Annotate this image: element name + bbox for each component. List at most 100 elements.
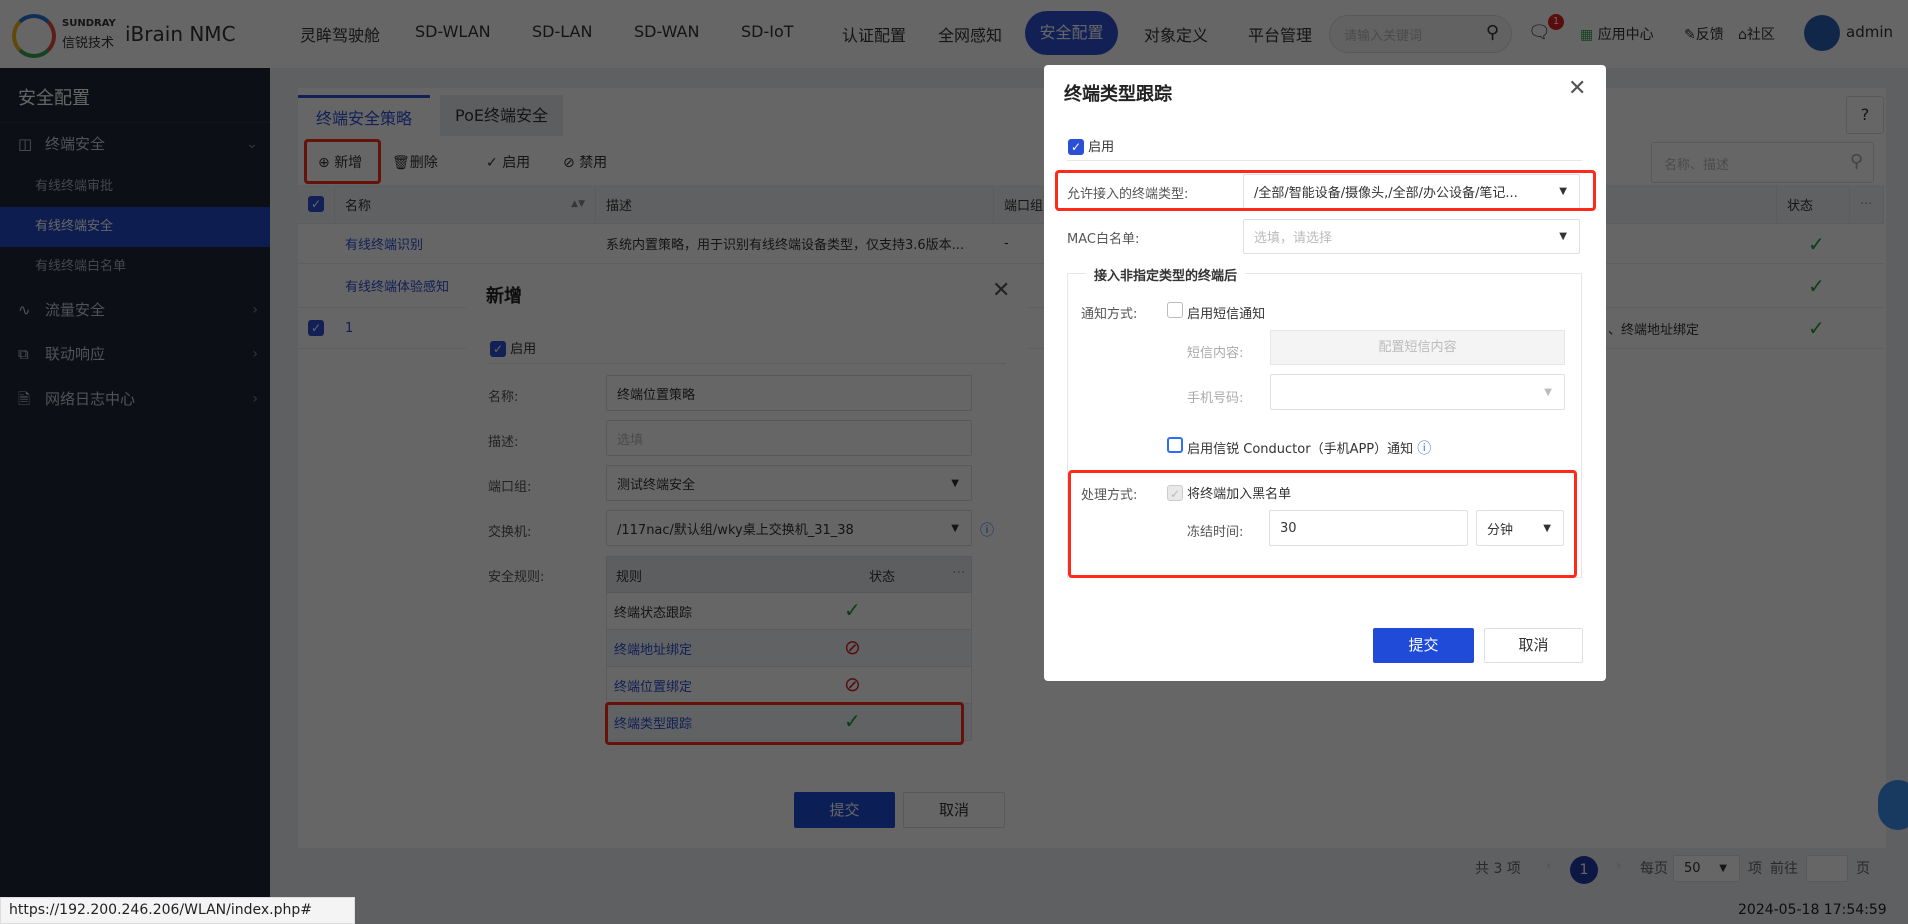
nav-sd-lan[interactable]: SD-LAN xyxy=(532,22,592,41)
goto-page-input[interactable] xyxy=(1806,855,1848,882)
help-button[interactable]: ? xyxy=(1846,96,1884,134)
delete-button[interactable]: 🗑删除 xyxy=(392,152,438,172)
sidebar-group-terminal-security[interactable]: ◫ 终端安全 ⌄ xyxy=(0,124,270,164)
sidebar-item-wired-security[interactable]: 有线终端安全 xyxy=(0,207,270,247)
link-icon: ⧉ xyxy=(18,345,29,363)
assistant-robot-icon[interactable] xyxy=(1878,780,1908,830)
row-checkbox[interactable]: ✓ xyxy=(298,308,335,348)
rule-row[interactable]: 终端地址绑定 ⊘ xyxy=(606,630,972,667)
community-label: 社区 xyxy=(1746,27,1775,43)
nav-objects[interactable]: 对象定义 xyxy=(1144,22,1208,46)
dialog-title: 新增 xyxy=(486,286,522,307)
sidebar-group-log-center[interactable]: 🗎 网络日志中心 › xyxy=(0,379,270,419)
rule-name[interactable]: 终端类型跟踪 xyxy=(614,713,692,732)
rule-row[interactable]: 终端位置绑定 ⊘ xyxy=(606,667,972,704)
rule-row[interactable]: 终端类型跟踪 ✓ xyxy=(606,704,972,741)
enable-button[interactable]: ✓ 启用 xyxy=(486,152,530,172)
close-icon[interactable]: ✕ xyxy=(1568,76,1586,101)
blacklist-checkbox[interactable]: ✓ 将终端加入黑名单 xyxy=(1167,483,1291,502)
freeze-time-input[interactable]: 30 xyxy=(1269,510,1468,546)
enable-checkbox[interactable]: ✓ 启用 xyxy=(1068,136,1114,155)
rule-name[interactable]: 终端位置绑定 xyxy=(614,676,692,695)
feedback-link[interactable]: ✎反馈 xyxy=(1684,24,1724,44)
sort-icon[interactable]: ▲▼ xyxy=(571,199,585,209)
feedback-label: 反馈 xyxy=(1695,27,1724,43)
cancel-button[interactable]: 取消 xyxy=(903,792,1005,828)
message-icon[interactable]: 🗨 xyxy=(1528,22,1551,43)
community-link[interactable]: ⌂社区 xyxy=(1738,24,1775,44)
app-center-link[interactable]: ▦ 应用中心 xyxy=(1580,24,1654,44)
row-checkbox[interactable] xyxy=(298,224,335,263)
table-search-input[interactable]: 名称、描述 ⚲ xyxy=(1651,142,1874,183)
info-icon[interactable]: ⓘ xyxy=(1417,441,1431,457)
next-page-icon[interactable]: › xyxy=(1616,858,1622,874)
cancel-button[interactable]: 取消 xyxy=(1484,628,1583,663)
submit-button[interactable]: 提交 xyxy=(1373,628,1474,663)
sms-checkbox[interactable]: 启用短信通知 xyxy=(1167,302,1265,322)
app-notify-checkbox[interactable]: 启用信锐 Conductor（手机APP）通知 ⓘ xyxy=(1167,437,1431,458)
desc-input[interactable]: 选填 xyxy=(606,420,972,456)
search-icon[interactable]: ⚲ xyxy=(1486,22,1499,43)
nav-sd-wan[interactable]: SD-WAN xyxy=(634,22,699,41)
nav-sd-wlan[interactable]: SD-WLAN xyxy=(415,22,491,41)
feedback-icon: ✎ xyxy=(1684,27,1696,43)
allowed-types-value: /全部/智能设备/摄像头,/全部/办公设备/笔记... xyxy=(1254,186,1518,201)
notify-label: 通知方式: xyxy=(1081,307,1138,322)
per-page-select[interactable]: 50 ▼ xyxy=(1673,855,1740,882)
goto-label: 前往 xyxy=(1770,861,1798,877)
phone-select[interactable]: ▼ xyxy=(1270,374,1565,410)
per-page-value: 50 xyxy=(1684,861,1701,876)
rule-name[interactable]: 终端地址绑定 xyxy=(614,639,692,658)
freeze-unit-select[interactable]: 分钟 ▼ xyxy=(1476,510,1564,546)
policy-name-link[interactable]: 有线终端识别 xyxy=(335,224,596,263)
global-search-input[interactable]: 请输入关键词 ⚲ xyxy=(1329,15,1512,53)
port-group-label: 端口组: xyxy=(488,480,532,495)
message-badge: 1 xyxy=(1548,14,1564,30)
column-menu-icon[interactable]: ··· xyxy=(952,565,965,581)
allowed-types-select[interactable]: /全部/智能设备/摄像头,/全部/办公设备/笔记... ▼ xyxy=(1243,174,1580,209)
nav-sd-iot[interactable]: SD-IoT xyxy=(741,22,794,41)
sidebar-item-wired-whitelist[interactable]: 有线终端白名单 xyxy=(0,247,270,287)
sms-content-button[interactable]: 配置短信内容 xyxy=(1270,330,1565,365)
nav-awareness[interactable]: 全网感知 xyxy=(938,22,1002,46)
sidebar-group-traffic-security[interactable]: ∿ 流量安全 › xyxy=(0,290,270,330)
nav-cockpit[interactable]: 灵眸驾驶舱 xyxy=(300,22,380,46)
rule-row[interactable]: 终端状态跟踪 ✓ xyxy=(606,593,972,630)
col-name[interactable]: 名称 ▲▼ xyxy=(335,185,596,223)
page-1-button[interactable]: 1 xyxy=(1570,856,1598,884)
pulse-icon: ∿ xyxy=(18,301,31,319)
nav-security[interactable]: 安全配置 xyxy=(1025,11,1118,55)
per-page-label: 每页 xyxy=(1640,861,1668,877)
prev-page-icon[interactable]: ‹ xyxy=(1546,858,1552,874)
enable-checkbox[interactable]: ✓ 启用 xyxy=(490,338,536,357)
name-label: 名称: xyxy=(488,390,519,405)
page-unit: 页 xyxy=(1856,861,1870,877)
dimmed-background-layer: SUNDRAY 信锐技术 iBrain NMC 灵眸驾驶舱 SD-WLAN SD… xyxy=(0,0,1908,924)
avatar[interactable] xyxy=(1804,15,1840,51)
name-value: 终端位置策略 xyxy=(617,387,696,403)
tab-terminal-policy[interactable]: 终端安全策略 xyxy=(298,95,430,136)
mac-whitelist-select[interactable]: 选填，请选择 ▼ xyxy=(1243,219,1580,254)
switch-select[interactable]: /117nac/默认组/wky桌上交换机_31_38 ▼ xyxy=(606,510,972,546)
disable-button[interactable]: ⊘ 禁用 xyxy=(563,152,607,172)
info-icon[interactable]: ⓘ xyxy=(980,520,994,540)
tab-poe-security[interactable]: PoE终端安全 xyxy=(440,95,563,136)
add-button[interactable]: ⊕ 新增 xyxy=(318,152,362,172)
row-checkbox[interactable] xyxy=(298,264,335,307)
sidebar-group-linkage[interactable]: ⧉ 联动响应 › xyxy=(0,334,270,374)
nav-platform[interactable]: 平台管理 xyxy=(1248,22,1312,46)
submit-button[interactable]: 提交 xyxy=(794,792,895,828)
sidebar-group-label: 终端安全 xyxy=(45,135,106,153)
allowed-types-label: 允许接入的终端类型: xyxy=(1067,187,1189,202)
column-menu-icon[interactable]: ··· xyxy=(1850,185,1884,223)
nav-auth[interactable]: 认证配置 xyxy=(842,22,906,46)
product-name: iBrain NMC xyxy=(125,22,236,46)
select-all-checkbox[interactable]: ✓ xyxy=(298,185,335,223)
blacklist-label: 将终端加入黑名单 xyxy=(1187,487,1292,502)
name-input[interactable]: 终端位置策略 xyxy=(606,375,972,411)
sidebar-item-wired-approval[interactable]: 有线终端审批 xyxy=(0,167,270,207)
port-group-select[interactable]: 测试终端安全 ▼ xyxy=(606,465,972,501)
section-title: 接入非指定类型的终端后 xyxy=(1086,265,1246,284)
close-icon[interactable]: ✕ xyxy=(992,278,1010,303)
username[interactable]: admin xyxy=(1846,23,1893,41)
